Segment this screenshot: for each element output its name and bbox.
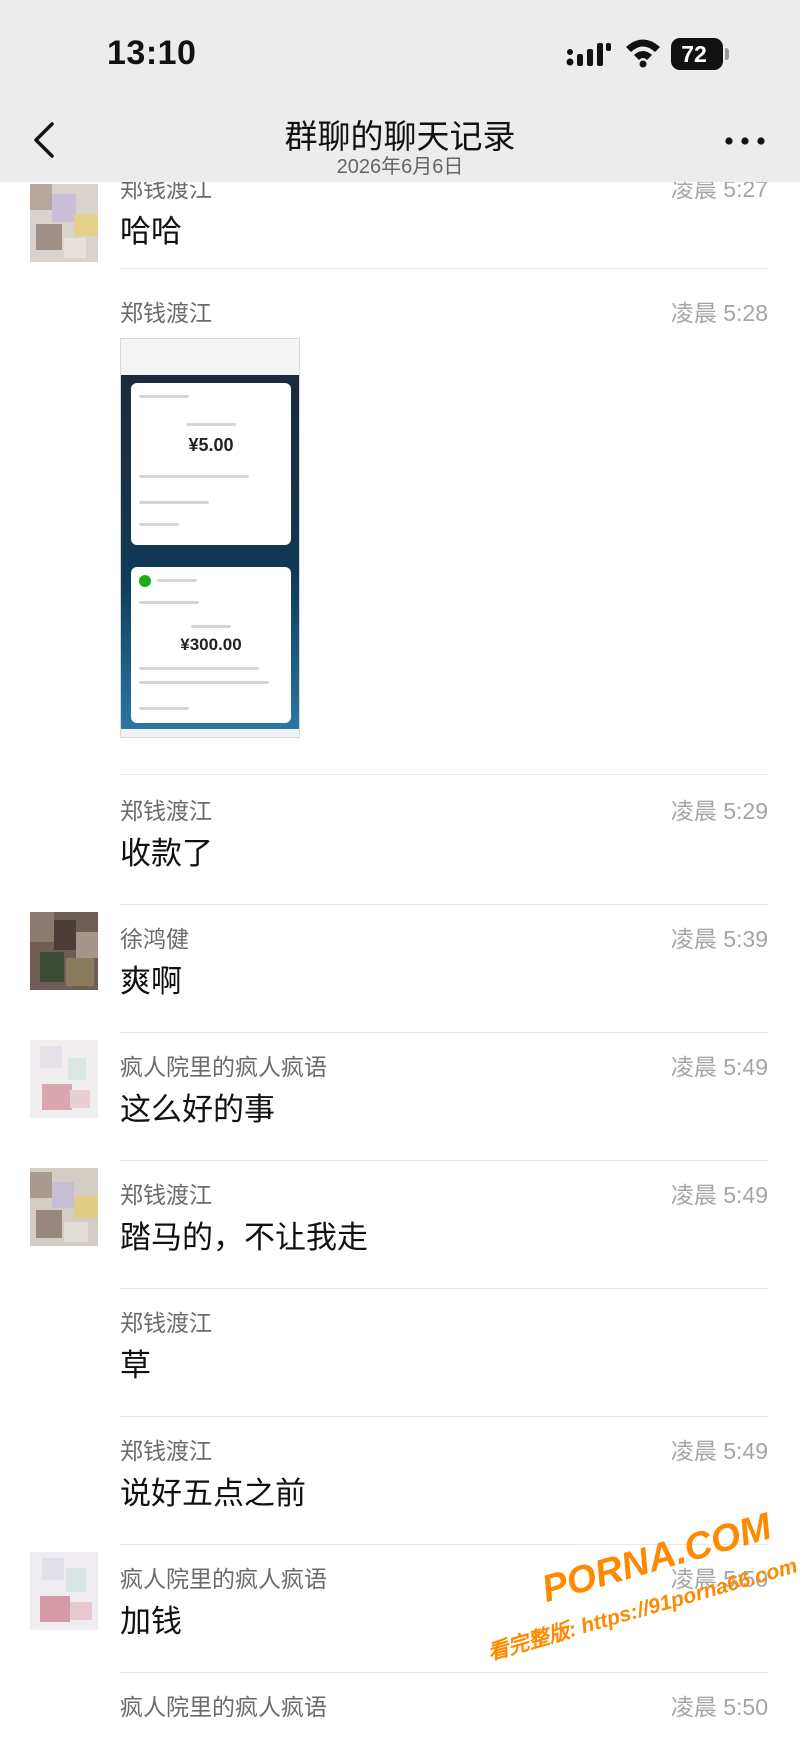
image-attachment[interactable]: ¥5.00 ¥300.00 xyxy=(120,338,300,738)
message-text: 说好五点之前 xyxy=(120,1476,306,1511)
payment-amount: ¥5.00 xyxy=(188,435,234,455)
message-time: 凌晨 5:49 xyxy=(670,1182,768,1208)
status-bar: 13:10 72 xyxy=(0,0,800,100)
message-text: 加钱 xyxy=(120,1604,182,1639)
sender-name: 郑钱渡江 xyxy=(120,798,212,824)
sender-name: 郑钱渡江 xyxy=(120,300,212,326)
more-icon[interactable] xyxy=(722,126,768,156)
divider xyxy=(120,1160,768,1161)
sender-name: 疯人院里的疯人疯语 xyxy=(120,1566,327,1592)
divider xyxy=(120,1288,768,1289)
sender-name: 郑钱渡江 xyxy=(120,1182,212,1208)
payment-amount: ¥300.00 xyxy=(180,635,242,654)
wifi-icon xyxy=(626,39,660,68)
avatar[interactable] xyxy=(30,912,98,990)
sender-name: 郑钱渡江 xyxy=(120,182,212,202)
avatar[interactable] xyxy=(30,1168,98,1246)
message-time: 凌晨 5:49 xyxy=(670,1438,768,1464)
avatar[interactable] xyxy=(30,1552,98,1630)
divider xyxy=(120,268,768,269)
sender-name: 疯人院里的疯人疯语 xyxy=(120,1054,327,1080)
battery-level: 72 xyxy=(681,41,707,67)
message-time: 凌晨 5:27 xyxy=(670,182,768,202)
sender-name: 疯人院里的疯人疯语 xyxy=(120,1694,327,1720)
divider xyxy=(120,1416,768,1417)
status-time: 13:10 xyxy=(107,34,197,72)
message-text: 踏马的，不让我走 xyxy=(120,1220,368,1255)
sender-name: 郑钱渡江 xyxy=(120,1438,212,1464)
divider xyxy=(120,1032,768,1033)
message-text: 哈哈 xyxy=(120,214,182,249)
page-subtitle: 2026年6月6日 xyxy=(336,156,464,178)
message-text: 草 xyxy=(120,1348,151,1383)
message-time: 凌晨 5:50 xyxy=(670,1694,768,1720)
message-text: 收款了 xyxy=(120,836,213,871)
message-time: 凌晨 5:28 xyxy=(670,300,768,326)
nav-bar: 群聊的聊天记录 2026年6月6日 xyxy=(0,100,800,182)
message-time: 凌晨 5:49 xyxy=(670,1054,768,1080)
avatar[interactable] xyxy=(30,184,98,262)
message-time: 凌晨 5:29 xyxy=(670,798,768,824)
divider xyxy=(120,904,768,905)
payment-card: ¥5.00 xyxy=(131,383,291,545)
payment-card: ¥300.00 xyxy=(131,567,291,723)
chat-history-list[interactable]: 郑钱渡江 凌晨 5:27 哈哈 郑钱渡江 凌晨 5:28 ¥5.00 ¥300.… xyxy=(0,182,800,1738)
sender-name: 徐鸿健 xyxy=(120,926,189,952)
divider xyxy=(120,774,768,775)
message-text: 爽啊 xyxy=(120,964,182,999)
signal-icon xyxy=(566,43,611,66)
message-text: 这么好的事 xyxy=(120,1092,275,1127)
battery-icon: 72 xyxy=(671,38,729,70)
sender-name: 郑钱渡江 xyxy=(120,1310,212,1336)
message-time: 凌晨 5:39 xyxy=(670,926,768,952)
avatar[interactable] xyxy=(30,1040,98,1118)
